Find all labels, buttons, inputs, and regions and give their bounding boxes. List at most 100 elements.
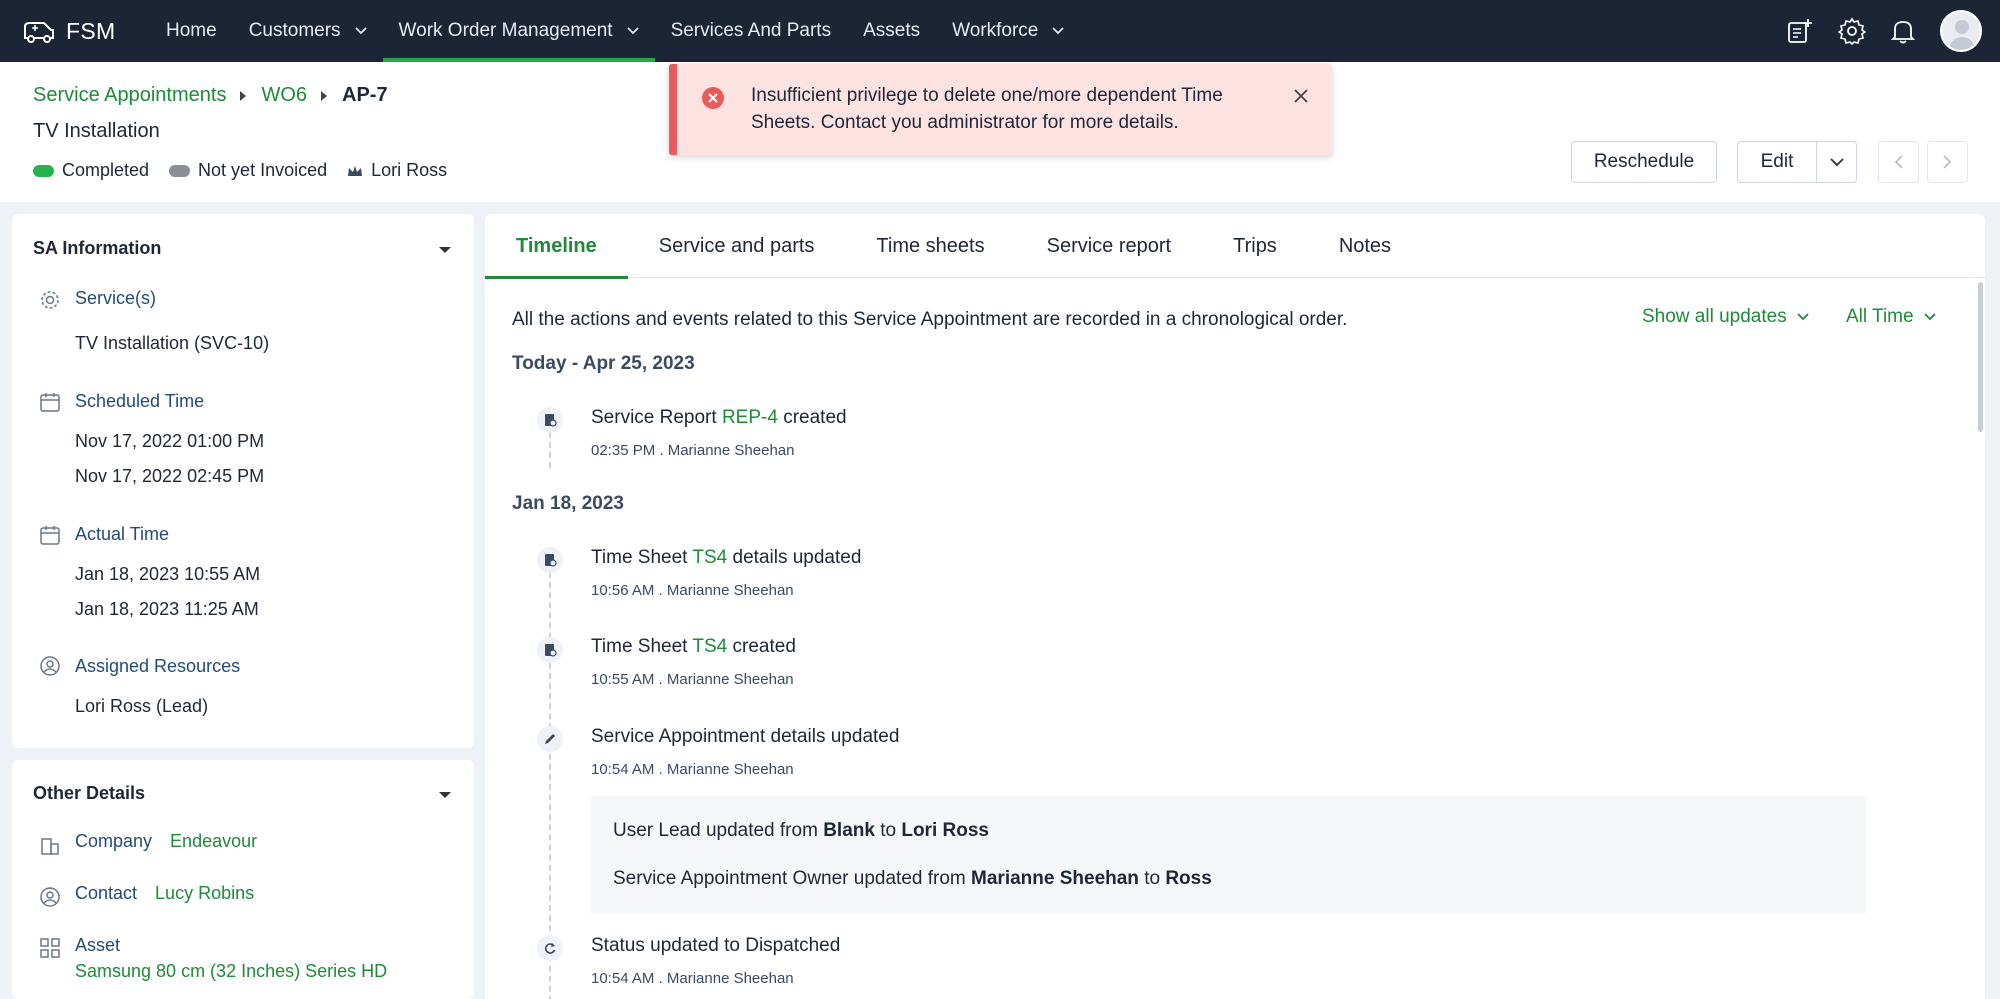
tab-bar: Timeline Service and parts Time sheets S… xyxy=(485,214,1985,279)
event-meta: 10:56 AM . Marianne Sheehan xyxy=(591,582,794,599)
tab-time-sheets[interactable]: Time sheets xyxy=(845,214,1015,278)
contact-icon xyxy=(40,887,60,907)
breadcrumb: Service Appointments WO6 AP-7 xyxy=(33,84,388,107)
nav-home[interactable]: Home xyxy=(150,0,233,62)
crown-icon xyxy=(348,165,363,176)
edit-dropdown-button[interactable] xyxy=(1816,141,1857,183)
contact-link[interactable]: Lucy Robins xyxy=(155,883,254,903)
owner-name: Lori Ross xyxy=(371,160,448,180)
detail-old-value: Marianne Sheehan xyxy=(971,868,1139,889)
event-meta: 10:54 AM . Marianne Sheehan xyxy=(591,970,794,987)
gear-icon[interactable] xyxy=(1838,17,1866,45)
contact-field: Contact Lucy Robins xyxy=(75,883,254,904)
reschedule-button[interactable]: Reschedule xyxy=(1571,141,1717,183)
event-text: Service Report xyxy=(591,407,722,428)
show-updates-label: Show all updates xyxy=(1642,306,1787,327)
scheduled-start: Nov 17, 2022 01:00 PM xyxy=(75,431,265,451)
event-title: Time Sheet TS4 created xyxy=(591,636,796,658)
services-label: Service(s) xyxy=(75,288,157,308)
company-link[interactable]: Endeavour xyxy=(170,831,257,851)
chevron-down-icon xyxy=(626,27,639,35)
show-updates-filter[interactable]: Show all updates xyxy=(1642,306,1809,328)
brand-name: FSM xyxy=(66,17,116,44)
service-gear-icon xyxy=(41,291,59,309)
invoice-pill-icon xyxy=(169,164,191,177)
change-detail-line: Service Appointment Owner updated from M… xyxy=(613,868,1212,890)
event-title: Service Report REP-4 created xyxy=(591,407,847,429)
breadcrumb-service-appointments[interactable]: Service Appointments xyxy=(33,84,226,107)
event-text: Status updated to Dispatched xyxy=(591,935,841,956)
refresh-icon xyxy=(537,935,563,961)
tab-timeline[interactable]: Timeline xyxy=(485,214,628,279)
user-avatar[interactable] xyxy=(1940,10,1982,52)
close-icon[interactable] xyxy=(1293,88,1309,104)
services-value: TV Installation (SVC-10) xyxy=(75,333,270,353)
detail-new-value: Lori Ross xyxy=(901,820,989,841)
report-icon xyxy=(537,407,563,433)
collapse-caret-icon[interactable] xyxy=(439,792,451,798)
status-row: Completed Not yet Invoiced Lori Ross xyxy=(33,160,467,181)
tab-service-and-parts[interactable]: Service and parts xyxy=(628,214,846,278)
brand[interactable]: FSM xyxy=(22,18,150,45)
tab-notes[interactable]: Notes xyxy=(1308,214,1422,278)
edit-button[interactable]: Edit xyxy=(1737,141,1817,183)
page-title: TV Installation xyxy=(33,120,160,142)
nav-assets[interactable]: Assets xyxy=(847,0,936,62)
bell-icon[interactable] xyxy=(1890,17,1916,45)
timesheet-icon xyxy=(537,637,563,663)
event-title: Service Appointment details updated xyxy=(591,726,899,748)
event-text: Time Sheet xyxy=(591,636,693,657)
calendar-icon xyxy=(40,393,60,412)
event-link[interactable]: TS4 xyxy=(692,636,727,657)
other-details-card: Other Details Company Endeavour Contact Lu… xyxy=(12,760,474,999)
asset-label: Asset xyxy=(75,935,121,955)
company-label: Company xyxy=(75,831,153,851)
next-record-button[interactable] xyxy=(1927,141,1968,183)
date-group-jan-18: Jan 18, 2023 xyxy=(512,493,624,514)
breadcrumb-separator-icon xyxy=(321,90,327,101)
nav-work-order-management[interactable]: Work Order Management xyxy=(382,0,655,62)
event-link[interactable]: TS4 xyxy=(692,547,727,568)
completed-pill-icon xyxy=(33,164,54,177)
event-title: Status updated to Dispatched xyxy=(591,935,840,957)
nav-services-label: Services And Parts xyxy=(670,20,832,41)
nav-assets-label: Assets xyxy=(863,20,921,41)
actual-time-label: Actual Time xyxy=(75,524,170,544)
event-text: details updated xyxy=(727,547,862,568)
asset-grid-icon xyxy=(40,938,60,958)
timeline-intro: All the actions and events related to th… xyxy=(512,309,1348,330)
nav-workforce[interactable]: Workforce xyxy=(936,0,1080,62)
change-detail-line: User Lead updated from Blank to Lori Ros… xyxy=(613,820,989,842)
other-details-title: Other Details xyxy=(33,783,146,803)
toast-message: Insufficient privilege to delete one/mor… xyxy=(751,85,1223,133)
actual-end: Jan 18, 2023 11:25 AM xyxy=(75,599,259,619)
previous-record-button[interactable] xyxy=(1878,141,1919,183)
company-field: Company Endeavour xyxy=(75,831,257,852)
main-panel: Timeline Service and parts Time sheets S… xyxy=(485,214,1985,999)
assigned-resources-label: Assigned Resources xyxy=(75,656,241,676)
scheduled-end: Nov 17, 2022 02:45 PM xyxy=(75,466,265,486)
detail-new-value: Ross xyxy=(1165,868,1212,889)
user-circle-icon xyxy=(40,656,60,676)
asset-link[interactable]: Samsung 80 cm (32 Inches) Series HD xyxy=(75,961,387,982)
time-range-filter[interactable]: All Time xyxy=(1846,306,1936,328)
event-title: Time Sheet TS4 details updated xyxy=(591,547,861,569)
sa-information-title: SA Information xyxy=(33,238,162,258)
nav-customers[interactable]: Customers xyxy=(233,0,383,62)
status-invoice-label: Not yet Invoiced xyxy=(198,160,328,180)
add-task-icon[interactable] xyxy=(1786,17,1814,45)
event-meta: 02:35 PM . Marianne Sheehan xyxy=(591,442,795,459)
tab-trips[interactable]: Trips xyxy=(1202,214,1308,278)
tab-service-report[interactable]: Service report xyxy=(1016,214,1203,278)
detail-text: to xyxy=(1138,868,1166,889)
nav-customers-label: Customers xyxy=(248,20,341,41)
nav-services-and-parts[interactable]: Services And Parts xyxy=(655,0,848,62)
timeline-connector xyxy=(549,432,551,468)
scrollbar[interactable] xyxy=(1978,282,1983,432)
breadcrumb-separator-icon xyxy=(240,90,247,101)
breadcrumb-work-order[interactable]: WO6 xyxy=(261,84,307,107)
event-link[interactable]: REP-4 xyxy=(722,407,778,428)
actual-start: Jan 18, 2023 10:55 AM xyxy=(75,564,261,584)
collapse-caret-icon[interactable] xyxy=(439,247,451,253)
event-text: Service Appointment details updated xyxy=(591,726,900,747)
